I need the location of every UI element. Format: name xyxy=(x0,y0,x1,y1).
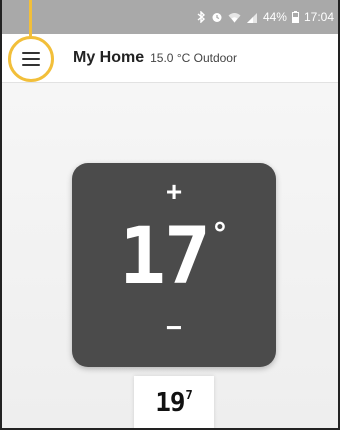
degree-symbol: ° xyxy=(210,217,229,252)
thermostat-control: + 17 ° − xyxy=(72,163,276,367)
callout-pointer xyxy=(29,0,32,38)
status-bar: 44% 17:04 xyxy=(0,0,340,34)
setpoint-value: 17 xyxy=(119,212,211,302)
menu-button[interactable] xyxy=(8,36,54,82)
app-bar: My Home 15.0 °C Outdoor xyxy=(0,34,340,83)
main-content: + 17 ° − 19 7 xyxy=(0,83,340,430)
setpoint-display: 17 ° xyxy=(72,215,276,299)
current-temperature-card: 19 7 xyxy=(134,376,214,430)
signal-icon xyxy=(246,12,258,23)
battery-percent: 44% xyxy=(262,10,287,24)
outdoor-temperature: 15.0 °C Outdoor xyxy=(150,51,237,65)
title-group: My Home 15.0 °C Outdoor xyxy=(73,34,237,82)
current-temperature-decimal: 7 xyxy=(185,388,193,402)
increase-temperature-button[interactable]: + xyxy=(72,177,276,207)
battery-icon xyxy=(291,11,299,23)
wifi-icon xyxy=(228,12,241,23)
current-temperature-value: 19 xyxy=(155,388,185,418)
decrease-temperature-button[interactable]: − xyxy=(72,313,276,343)
alarm-icon xyxy=(211,11,223,23)
status-time: 17:04 xyxy=(303,10,334,24)
bluetooth-icon xyxy=(197,11,206,23)
hamburger-menu-icon xyxy=(22,52,40,66)
app-screen: 44% 17:04 My Home 15.0 °C Outdoor + 17 °… xyxy=(0,0,340,430)
home-title[interactable]: My Home xyxy=(73,49,144,67)
